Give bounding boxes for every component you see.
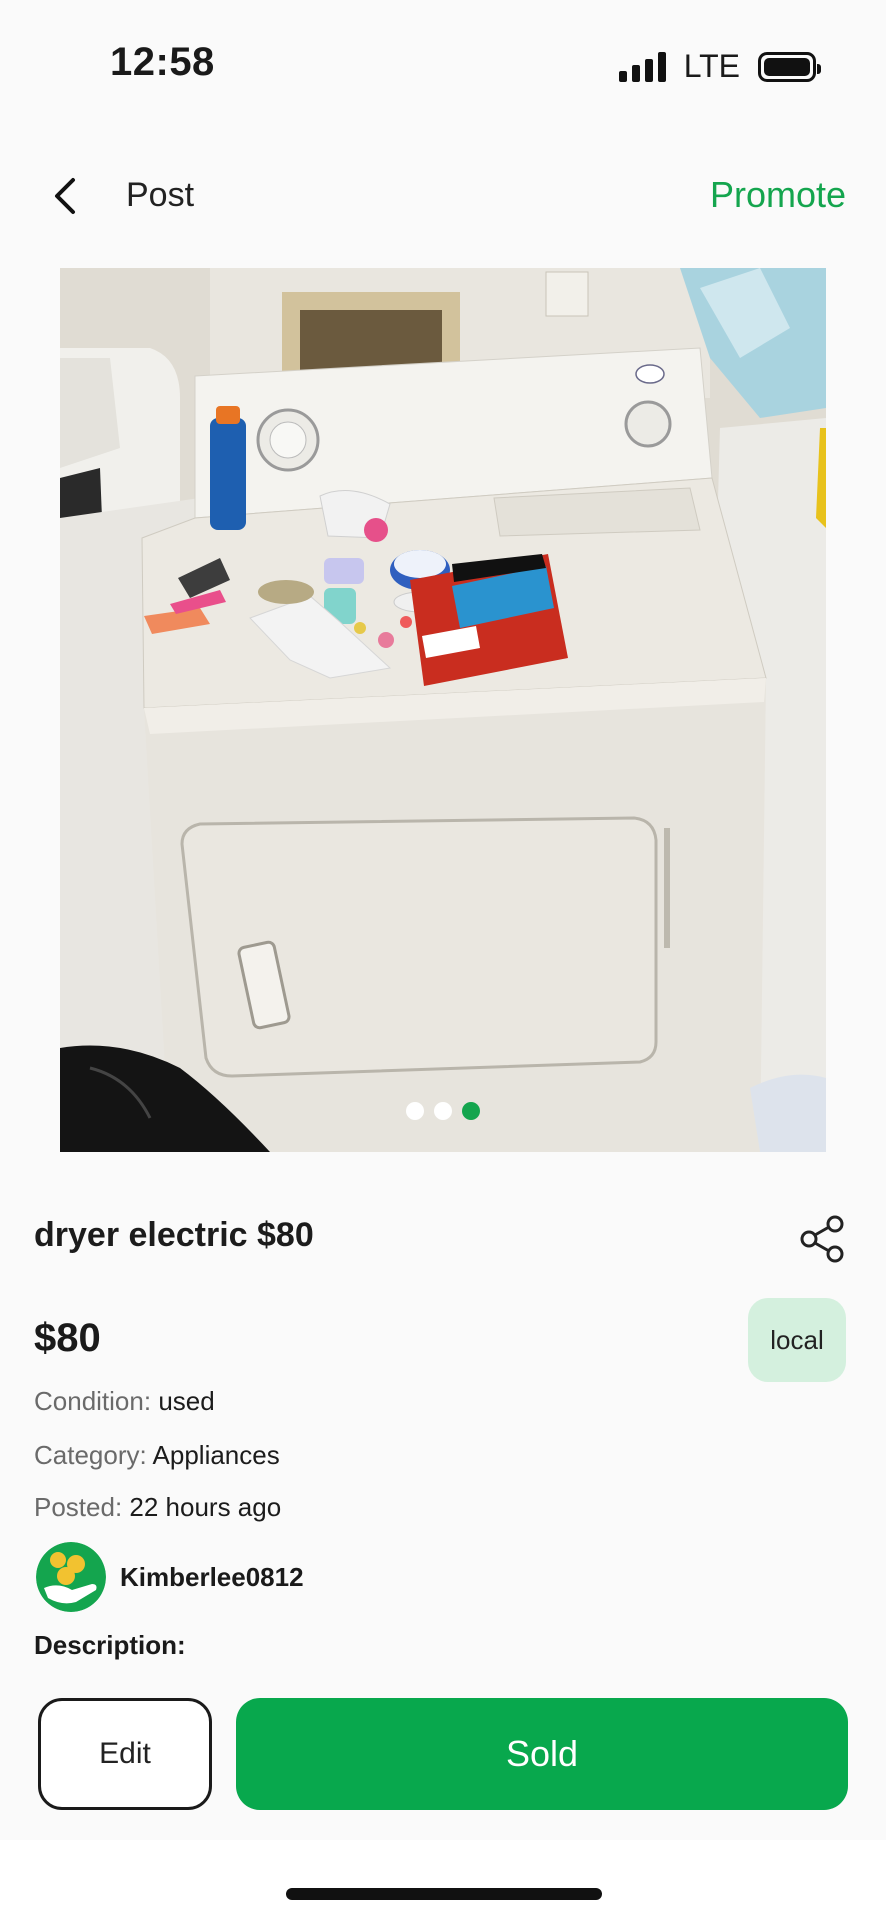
- local-badge: local: [748, 1298, 846, 1382]
- status-time: 12:58: [110, 40, 215, 84]
- listing-photo-carousel[interactable]: [60, 268, 826, 1152]
- promote-button[interactable]: Promote: [710, 174, 846, 216]
- chevron-left-icon: [55, 178, 75, 214]
- listing-photo: [60, 268, 826, 1152]
- carousel-dot[interactable]: [406, 1102, 424, 1120]
- category-label: Category:: [34, 1440, 147, 1470]
- seller-avatar-icon: [36, 1542, 106, 1612]
- home-indicator[interactable]: [286, 1888, 602, 1900]
- status-bar: 12:58 LTE: [0, 0, 886, 130]
- carousel-dot-active[interactable]: [462, 1102, 480, 1120]
- battery-icon: [758, 51, 821, 82]
- posted-label: Posted:: [34, 1492, 123, 1522]
- condition-value: used: [158, 1386, 215, 1416]
- avatar: [36, 1542, 106, 1612]
- posted-row: Posted: 22 hours ago: [34, 1492, 281, 1523]
- carousel-dot[interactable]: [434, 1102, 452, 1120]
- seller-username: Kimberlee0812: [120, 1561, 304, 1592]
- posted-value: 22 hours ago: [129, 1492, 282, 1522]
- action-bar: Edit Sold: [0, 1690, 886, 1840]
- sold-button[interactable]: Sold: [236, 1698, 848, 1810]
- network-type: LTE: [683, 48, 740, 84]
- category-row: Category: Appliances: [34, 1440, 280, 1471]
- category-value: Appliances: [152, 1440, 280, 1470]
- page-title: Post: [126, 176, 195, 214]
- status-indicators: LTE: [618, 48, 821, 85]
- carousel-page-indicator: [60, 1102, 826, 1120]
- seller-profile-link[interactable]: Kimberlee0812: [36, 1542, 304, 1612]
- edit-button[interactable]: Edit: [38, 1698, 212, 1810]
- listing-title: dryer electric $80: [34, 1216, 314, 1254]
- listing-price: $80: [34, 1316, 101, 1360]
- condition-label: Condition:: [34, 1386, 152, 1416]
- back-button[interactable]: [44, 174, 88, 218]
- share-button[interactable]: [798, 1214, 848, 1264]
- share-icon: [800, 1215, 844, 1263]
- condition-row: Condition: used: [34, 1386, 215, 1417]
- cellular-signal-icon: [618, 51, 666, 82]
- home-indicator-area: [0, 1840, 886, 1920]
- description-label: Description:: [34, 1630, 186, 1660]
- nav-header: Post Promote: [0, 160, 886, 234]
